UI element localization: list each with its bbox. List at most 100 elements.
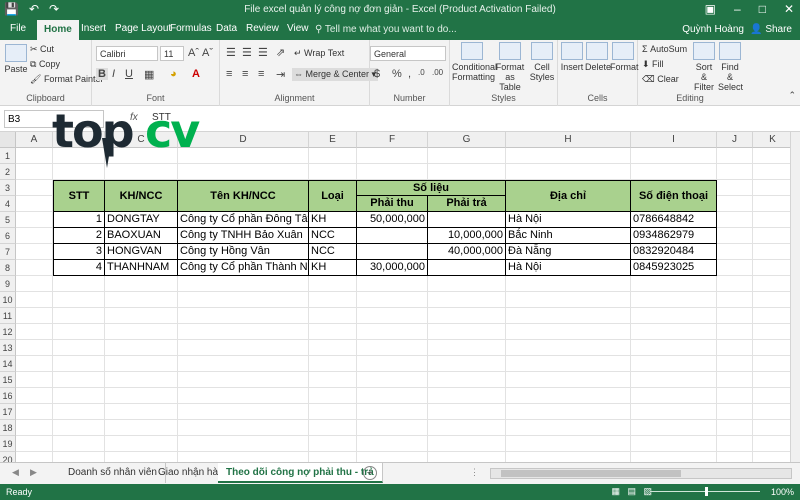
insert-cells-button[interactable]: Insert <box>560 42 584 72</box>
tab-file[interactable]: File <box>10 23 26 34</box>
orientation-icon[interactable]: ⇗ <box>276 46 285 59</box>
user-name[interactable]: Quỳnh Hoàng <box>682 24 744 35</box>
table-cell-name[interactable]: Công ty Hồng Vân <box>178 244 309 260</box>
comma-icon[interactable]: , <box>408 68 411 80</box>
row-header[interactable]: 9 <box>0 276 16 292</box>
column-header[interactable]: I <box>631 132 717 148</box>
find-select-button[interactable]: Find & Select <box>718 42 743 92</box>
header-phaithu[interactable]: Phải thu <box>357 196 428 212</box>
table-cell-type[interactable]: KH <box>309 260 357 276</box>
vertical-scrollbar[interactable] <box>790 132 800 462</box>
row-header[interactable]: 11 <box>0 308 16 324</box>
font-size-select[interactable]: 11 <box>160 46 184 61</box>
row-header[interactable]: 7 <box>0 244 16 260</box>
shrink-font-icon[interactable]: Aˇ <box>202 47 213 59</box>
row-header[interactable]: 17 <box>0 404 16 420</box>
header-sdt[interactable]: Số điện thoại <box>631 180 717 212</box>
format-as-table-button[interactable]: Format as Table <box>494 42 526 92</box>
row-header[interactable]: 8 <box>0 260 16 276</box>
row-header[interactable]: 20 <box>0 452 16 462</box>
row-header[interactable]: 5 <box>0 212 16 228</box>
tab-home[interactable]: Home <box>37 20 79 40</box>
row-header[interactable]: 6 <box>0 228 16 244</box>
font-name-select[interactable]: Calibri <box>96 46 158 61</box>
header-solieu[interactable]: Số liệu <box>357 180 506 196</box>
scroll-thumb[interactable] <box>501 470 681 477</box>
table-cell-phone[interactable]: 0934862979 <box>631 228 717 244</box>
page-layout-view-icon[interactable]: ▤ <box>627 486 636 497</box>
align-right-icon[interactable]: ≡ <box>258 68 264 80</box>
table-cell-tra[interactable]: 40,000,000 <box>428 244 506 260</box>
table-cell-thu[interactable] <box>357 228 428 244</box>
tab-review[interactable]: Review <box>246 23 279 34</box>
paste-button[interactable]: Paste <box>4 44 28 74</box>
header-khncc[interactable]: KH/NCC <box>105 180 178 212</box>
column-header[interactable]: A <box>16 132 53 148</box>
sort-filter-button[interactable]: Sort & Filter <box>692 42 716 92</box>
indent-icon[interactable]: ⇥ <box>276 68 285 81</box>
align-left-icon[interactable]: ≡ <box>226 68 232 80</box>
header-phaitra[interactable]: Phải trả <box>428 196 506 212</box>
collapse-ribbon-icon[interactable]: ⌃ <box>788 90 796 101</box>
table-cell-name[interactable]: Công ty Cổ phần Thành Nam <box>178 260 309 276</box>
percent-icon[interactable]: % <box>392 68 402 80</box>
sheet-tab-cong-no[interactable]: Theo dõi công nợ phải thu - trả <box>218 463 383 483</box>
tab-insert[interactable]: Insert <box>81 23 106 34</box>
row-header[interactable]: 15 <box>0 372 16 388</box>
column-header[interactable]: E <box>309 132 357 148</box>
maximize-icon[interactable]: □ <box>759 2 766 16</box>
align-bottom-icon[interactable]: ☰ <box>258 46 268 59</box>
decrease-decimal-icon[interactable]: .00 <box>432 68 443 77</box>
tab-data[interactable]: Data <box>216 23 237 34</box>
row-header[interactable]: 19 <box>0 436 16 452</box>
table-cell-name[interactable]: Công ty TNHH Bảo Xuân <box>178 228 309 244</box>
tell-me-search[interactable]: ⚲ Tell me what you want to do... <box>315 24 457 35</box>
table-cell-tra[interactable] <box>428 212 506 228</box>
borders-icon[interactable]: ▦ <box>144 68 154 81</box>
table-cell-addr[interactable]: Hà Nội <box>506 212 631 228</box>
cell-styles-button[interactable]: Cell Styles <box>528 42 556 82</box>
row-header[interactable]: 4 <box>0 196 16 212</box>
add-sheet-icon[interactable]: + <box>363 466 377 480</box>
row-header[interactable]: 12 <box>0 324 16 340</box>
zoom-knob[interactable] <box>705 487 708 496</box>
table-cell-code[interactable]: THANHNAM <box>105 260 178 276</box>
table-cell-thu[interactable] <box>357 244 428 260</box>
table-cell-thu[interactable]: 30,000,000 <box>357 260 428 276</box>
grow-font-icon[interactable]: Aˆ <box>188 47 199 59</box>
row-header[interactable]: 18 <box>0 420 16 436</box>
row-header[interactable]: 16 <box>0 388 16 404</box>
wrap-text-button[interactable]: ↵ Wrap Text <box>294 48 344 59</box>
increase-decimal-icon[interactable]: .0 <box>418 68 425 77</box>
column-header[interactable]: F <box>357 132 428 148</box>
row-header[interactable]: 1 <box>0 148 16 164</box>
share-button[interactable]: 👤 Share <box>750 24 792 35</box>
prev-sheet-icon[interactable]: ◀ <box>12 467 19 478</box>
table-cell-stt[interactable]: 2 <box>53 228 105 244</box>
underline-icon[interactable]: U <box>125 68 133 80</box>
row-header[interactable]: 3 <box>0 180 16 196</box>
header-loai[interactable]: Loại <box>309 180 357 212</box>
table-cell-code[interactable]: DONGTAY <box>105 212 178 228</box>
table-cell-tra[interactable]: 10,000,000 <box>428 228 506 244</box>
column-header[interactable]: G <box>428 132 506 148</box>
cut-button[interactable]: ✂ Cut <box>30 44 54 55</box>
close-icon[interactable]: ✕ <box>784 2 794 16</box>
tab-formulas[interactable]: Formulas <box>170 23 212 34</box>
fill-color-icon[interactable]: ◕ <box>170 68 177 80</box>
italic-icon[interactable]: I <box>112 68 115 80</box>
worksheet-grid[interactable]: ABCDEFGHIJK 1 2 3 4 5 6 7 8 9 10 11 12 13 14 15 16 17 18 1… <box>0 132 790 462</box>
header-diachi[interactable]: Địa chỉ <box>506 180 631 212</box>
delete-cells-button[interactable]: Delete <box>585 42 611 72</box>
column-header[interactable]: H <box>506 132 631 148</box>
horizontal-scrollbar[interactable] <box>490 468 792 479</box>
clear-button[interactable]: ⌫ Clear <box>642 74 679 85</box>
copy-button[interactable]: ⧉ Copy <box>30 59 60 70</box>
minimize-icon[interactable]: – <box>734 2 741 16</box>
format-cells-button[interactable]: Format <box>610 42 639 72</box>
zoom-level[interactable]: 100% <box>771 487 794 497</box>
merge-center-button[interactable]: ⇔ Merge & Center ▾ <box>292 68 379 81</box>
next-sheet-icon[interactable]: ▶ <box>30 467 37 478</box>
table-cell-phone[interactable]: 0832920484 <box>631 244 717 260</box>
tab-view[interactable]: View <box>287 23 309 34</box>
